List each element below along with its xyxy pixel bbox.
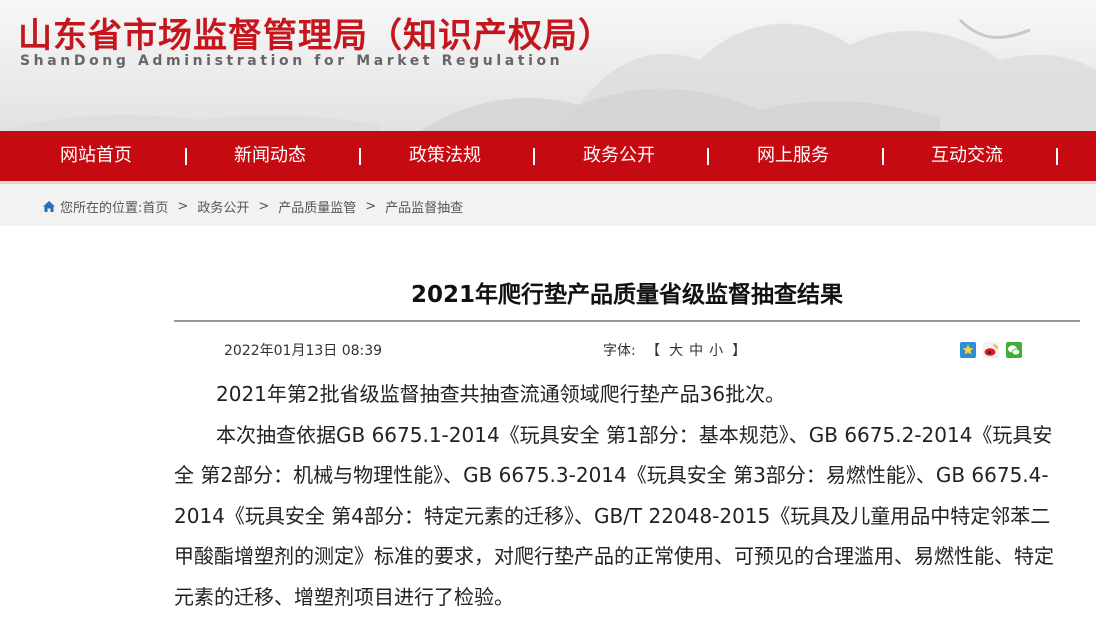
font-size-label: 字体: (603, 343, 636, 359)
breadcrumb-public-affairs[interactable]: 政务公开 (197, 197, 249, 216)
breadcrumb-quality-supervision[interactable]: 产品质量监管 (278, 197, 356, 216)
breadcrumb-separator: > (365, 199, 376, 214)
article-body: 2021年第2批省级监督抽查共抽查流通领域爬行垫产品36批次。 本次抽查依据GB… (174, 374, 1066, 617)
nav-separator (185, 148, 187, 165)
breadcrumb-prefix: 您所在的位置: (60, 197, 142, 216)
site-header: 山东省市场监督管理局（知识产权局） ShanDong Administratio… (0, 0, 1096, 131)
nav-item-home[interactable]: 网站首页 (60, 131, 132, 181)
home-icon (42, 200, 56, 213)
site-subtitle: ShanDong Administration for Market Regul… (20, 53, 563, 69)
site-title: 山东省市场监督管理局（知识产权局） (18, 8, 613, 57)
article-title: 2021年爬行垫产品质量省级监督抽查结果 (174, 275, 1080, 309)
font-size-large[interactable]: 大 (669, 343, 683, 359)
font-size-bracket-open: 【 (646, 343, 660, 359)
nav-item-online-service[interactable]: 网上服务 (757, 131, 829, 181)
qzone-icon[interactable] (960, 342, 976, 358)
breadcrumb-home[interactable]: 首页 (142, 197, 168, 216)
breadcrumb-separator: > (177, 199, 188, 214)
font-size-bracket-close: 】 (732, 343, 746, 359)
weibo-icon[interactable] (983, 342, 999, 358)
font-size-medium[interactable]: 中 (689, 343, 703, 359)
main-nav: 网站首页 新闻动态 政策法规 政务公开 网上服务 互动交流 (0, 131, 1096, 184)
nav-separator (707, 148, 709, 165)
breadcrumb-separator: > (258, 199, 269, 214)
breadcrumb: 您所在的位置: 首页 > 政务公开 > 产品质量监管 > 产品监督抽查 (42, 197, 463, 216)
nav-separator (533, 148, 535, 165)
publish-date: 2022年01月13日 08:39 (224, 340, 382, 360)
nav-separator (359, 148, 361, 165)
nav-item-public-affairs[interactable]: 政务公开 (583, 131, 655, 181)
article-paragraph: 本次抽查依据GB 6675.1-2014《玩具安全 第1部分：基本规范》、GB … (174, 415, 1066, 617)
breadcrumb-spot-check[interactable]: 产品监督抽查 (385, 197, 463, 216)
font-size-control: 字体: 【大中小】 (603, 340, 752, 360)
title-divider (174, 320, 1080, 322)
breadcrumb-bar: 您所在的位置: 首页 > 政务公开 > 产品质量监管 > 产品监督抽查 (0, 184, 1096, 226)
nav-item-interaction[interactable]: 互动交流 (931, 131, 1003, 181)
font-size-small[interactable]: 小 (709, 343, 723, 359)
nav-separator (882, 148, 884, 165)
nav-item-news[interactable]: 新闻动态 (234, 131, 306, 181)
wechat-icon[interactable] (1006, 342, 1022, 358)
nav-item-policy[interactable]: 政策法规 (409, 131, 481, 181)
article-paragraph: 2021年第2批省级监督抽查共抽查流通领域爬行垫产品36批次。 (174, 374, 1066, 415)
nav-separator (1056, 148, 1058, 165)
